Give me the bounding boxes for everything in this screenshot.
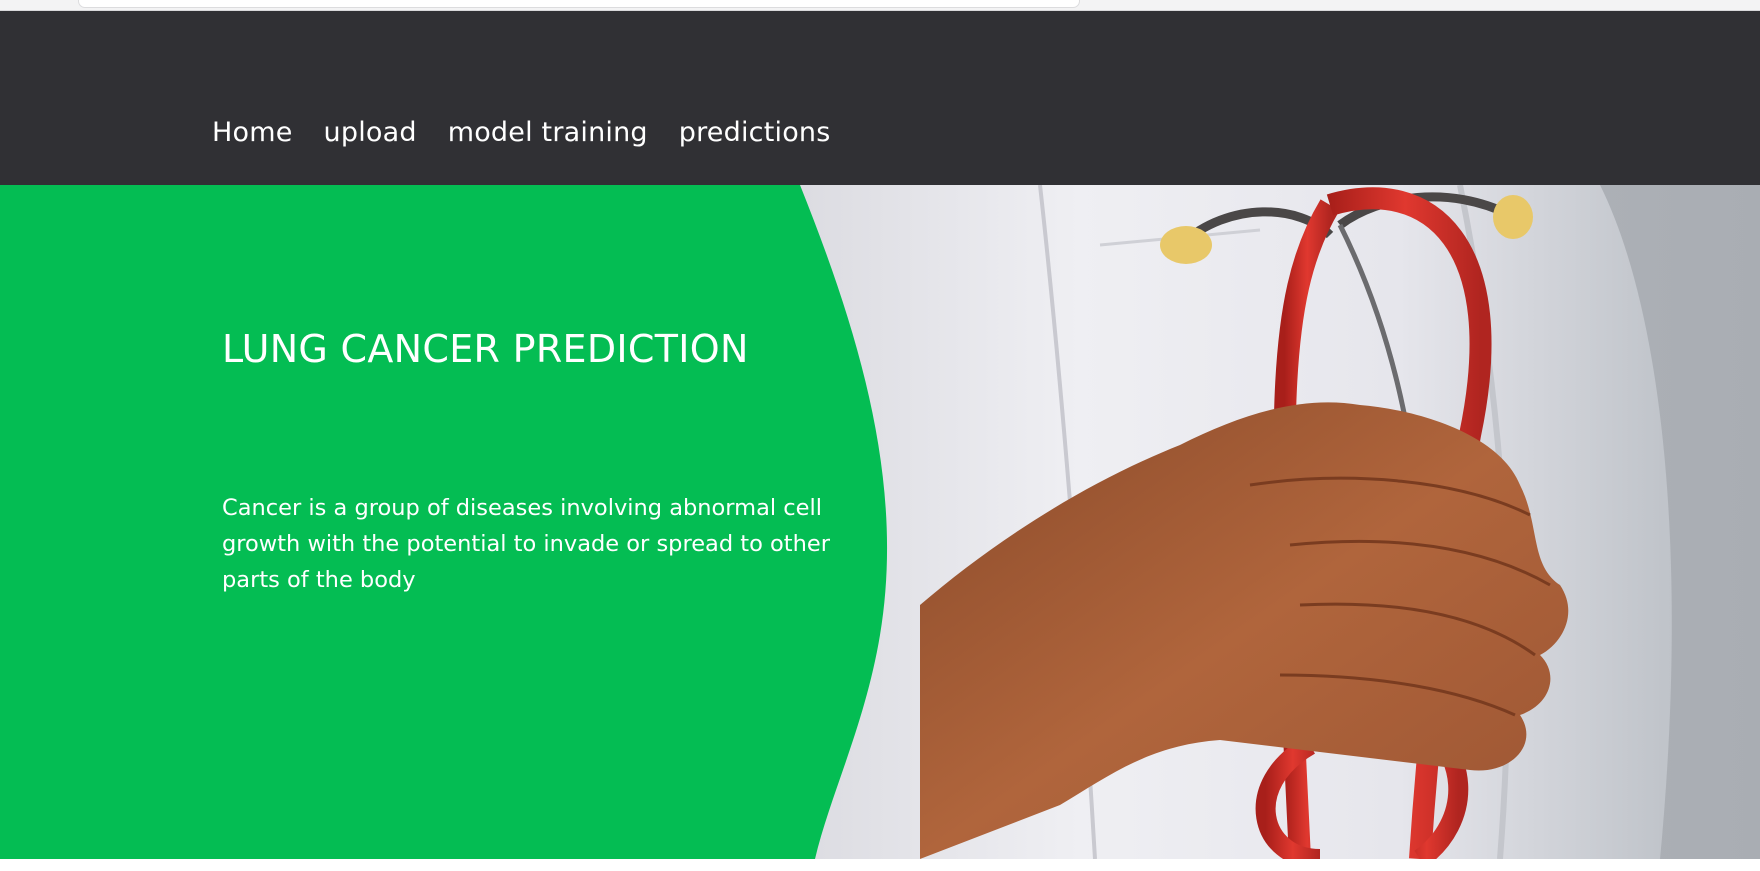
- nav-item-upload: upload: [324, 119, 417, 146]
- hero-title: LUNG CANCER PREDICTION: [222, 327, 749, 371]
- nav-link-model-training[interactable]: model training: [448, 117, 648, 148]
- browser-tab-edge: [78, 0, 1080, 8]
- nav-item-home: Home: [212, 119, 293, 146]
- hero-section: LUNG CANCER PREDICTION Cancer is a group…: [0, 185, 1760, 859]
- stethoscope-eartip-right: [1493, 195, 1533, 239]
- nav-item-predictions: predictions: [679, 119, 831, 146]
- nav-link-upload[interactable]: upload: [324, 117, 417, 148]
- browser-top-edge: [0, 0, 1760, 11]
- nav-menu: Home upload model training predictions: [212, 119, 831, 146]
- nav-item-model-training: model training: [448, 119, 648, 146]
- top-navbar: Home upload model training predictions: [0, 11, 1760, 185]
- nav-link-home[interactable]: Home: [212, 117, 293, 148]
- page-bottom-strip: [0, 859, 1760, 871]
- nav-link-predictions[interactable]: predictions: [679, 117, 831, 148]
- hero-description: Cancer is a group of diseases involving …: [222, 495, 830, 593]
- stethoscope-eartip-left: [1160, 226, 1212, 264]
- page: Home upload model training predictions L…: [0, 0, 1760, 871]
